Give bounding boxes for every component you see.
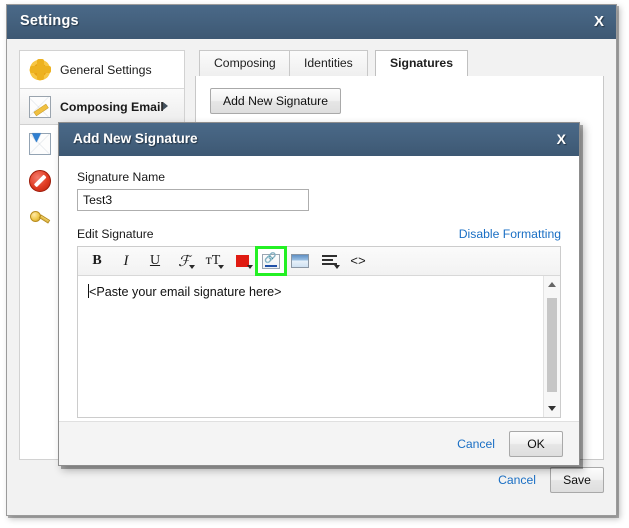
font-family-icon[interactable]: ℱ xyxy=(171,249,197,273)
chevron-down-icon xyxy=(334,265,340,269)
add-new-signature-dialog: Add New Signature X Signature Name Edit … xyxy=(58,122,580,466)
edit-signature-label: Edit Signature xyxy=(77,227,154,241)
modal-body: Signature Name Edit Signature Disable Fo… xyxy=(59,156,579,421)
font-size-icon[interactable]: тT xyxy=(200,249,226,273)
chevron-down-icon xyxy=(218,265,224,269)
tab-signatures[interactable]: Signatures xyxy=(375,50,468,77)
settings-window-title: Settings xyxy=(20,13,79,29)
modal-footer: Cancel OK xyxy=(59,421,579,465)
add-new-signature-button[interactable]: Add New Signature xyxy=(210,88,342,114)
gear-icon xyxy=(29,58,51,81)
sidebar-item-composing-email[interactable]: Composing Email xyxy=(20,88,184,125)
scrollbar-thumb[interactable] xyxy=(547,298,557,392)
modal-titlebar: Add New Signature X xyxy=(59,123,579,157)
modal-cancel-link[interactable]: Cancel xyxy=(457,437,495,451)
sidebar-item-label: Composing Email xyxy=(60,99,164,114)
chevron-down-icon xyxy=(247,265,253,269)
align-text-icon[interactable] xyxy=(316,249,342,273)
editor-placeholder-text: <Paste your email signature here> xyxy=(89,285,282,299)
signature-name-input[interactable] xyxy=(77,189,309,211)
close-icon[interactable]: X xyxy=(594,13,604,30)
signature-name-label: Signature Name xyxy=(77,170,166,184)
envelope-pencil-icon xyxy=(29,95,51,118)
insert-link-icon[interactable] xyxy=(255,246,287,276)
italic-icon[interactable]: I xyxy=(113,249,139,273)
bold-icon[interactable]: B xyxy=(84,249,110,273)
close-icon[interactable]: X xyxy=(557,131,566,147)
settings-cancel-link[interactable]: Cancel xyxy=(498,473,536,487)
scroll-down-arrow-icon[interactable] xyxy=(544,400,560,417)
key-icon xyxy=(29,207,51,229)
chevron-right-icon xyxy=(163,102,168,110)
modal-ok-button[interactable]: OK xyxy=(509,430,563,457)
edit-signature-header: Edit Signature Disable Formatting xyxy=(77,227,561,241)
source-code-glyph: <> xyxy=(350,253,366,269)
tabstrip: Composing Identities Signatures xyxy=(195,50,604,77)
screenshot-root: Settings X General Settings Composing Em… xyxy=(0,0,629,528)
sidebar-item-general-settings[interactable]: General Settings xyxy=(20,51,184,88)
settings-titlebar: Settings X xyxy=(7,5,616,40)
tab-composing[interactable]: Composing xyxy=(199,50,291,76)
settings-save-button[interactable]: Save xyxy=(550,467,604,493)
picture-glyph xyxy=(291,254,309,268)
bold-glyph: B xyxy=(92,253,102,268)
chevron-down-icon xyxy=(189,265,195,269)
editor-toolbar: B I U ℱ тT 🔗 <> xyxy=(78,246,560,276)
sidebar-item-label: General Settings xyxy=(60,62,152,77)
modal-title: Add New Signature xyxy=(73,131,198,146)
source-code-icon[interactable]: <> xyxy=(345,249,371,273)
text-color-icon[interactable] xyxy=(229,249,255,273)
signature-editor-textarea[interactable]: <Paste your email signature here> xyxy=(78,276,560,417)
underline-icon[interactable]: U xyxy=(142,249,168,273)
chain-link-glyph xyxy=(262,253,280,269)
disable-formatting-link[interactable]: Disable Formatting xyxy=(459,227,561,241)
inbox-download-icon xyxy=(29,130,51,155)
insert-image-icon[interactable] xyxy=(287,249,313,273)
editor-vertical-scrollbar[interactable] xyxy=(543,276,560,417)
signature-editor: B I U ℱ тT 🔗 <> <Paste your email signat… xyxy=(77,246,561,418)
underline-glyph: U xyxy=(149,253,161,268)
scroll-up-arrow-icon[interactable] xyxy=(544,276,560,293)
block-spam-icon xyxy=(29,169,51,192)
italic-glyph: I xyxy=(123,252,129,269)
tab-identities[interactable]: Identities xyxy=(289,50,368,76)
